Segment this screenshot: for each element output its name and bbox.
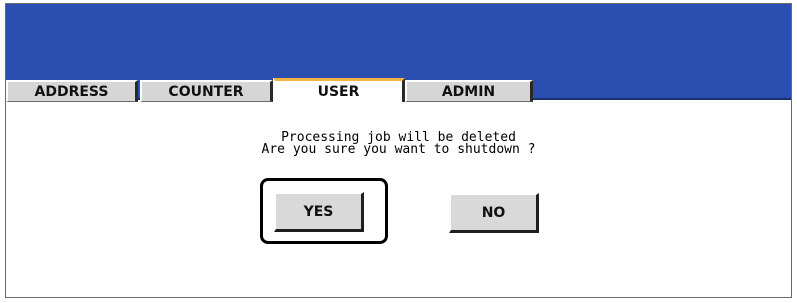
header-bar: ADDRESS COUNTER USER ADMIN [6,4,791,102]
tab-admin[interactable]: ADMIN [405,80,533,102]
tab-strip: ADDRESS COUNTER USER ADMIN [6,78,533,102]
tab-user[interactable]: USER [273,78,405,102]
tab-counter[interactable]: COUNTER [140,80,273,102]
tab-address[interactable]: ADDRESS [6,80,138,102]
yes-button[interactable]: YES [274,192,364,232]
message-line-2: Are you sure you want to shutdown ? [261,142,536,157]
no-button[interactable]: NO [449,193,539,233]
control-panel-screen: ADDRESS COUNTER USER ADMIN Processing jo… [5,3,792,298]
confirmation-message: Processing job will be deleted Are you s… [6,131,791,157]
